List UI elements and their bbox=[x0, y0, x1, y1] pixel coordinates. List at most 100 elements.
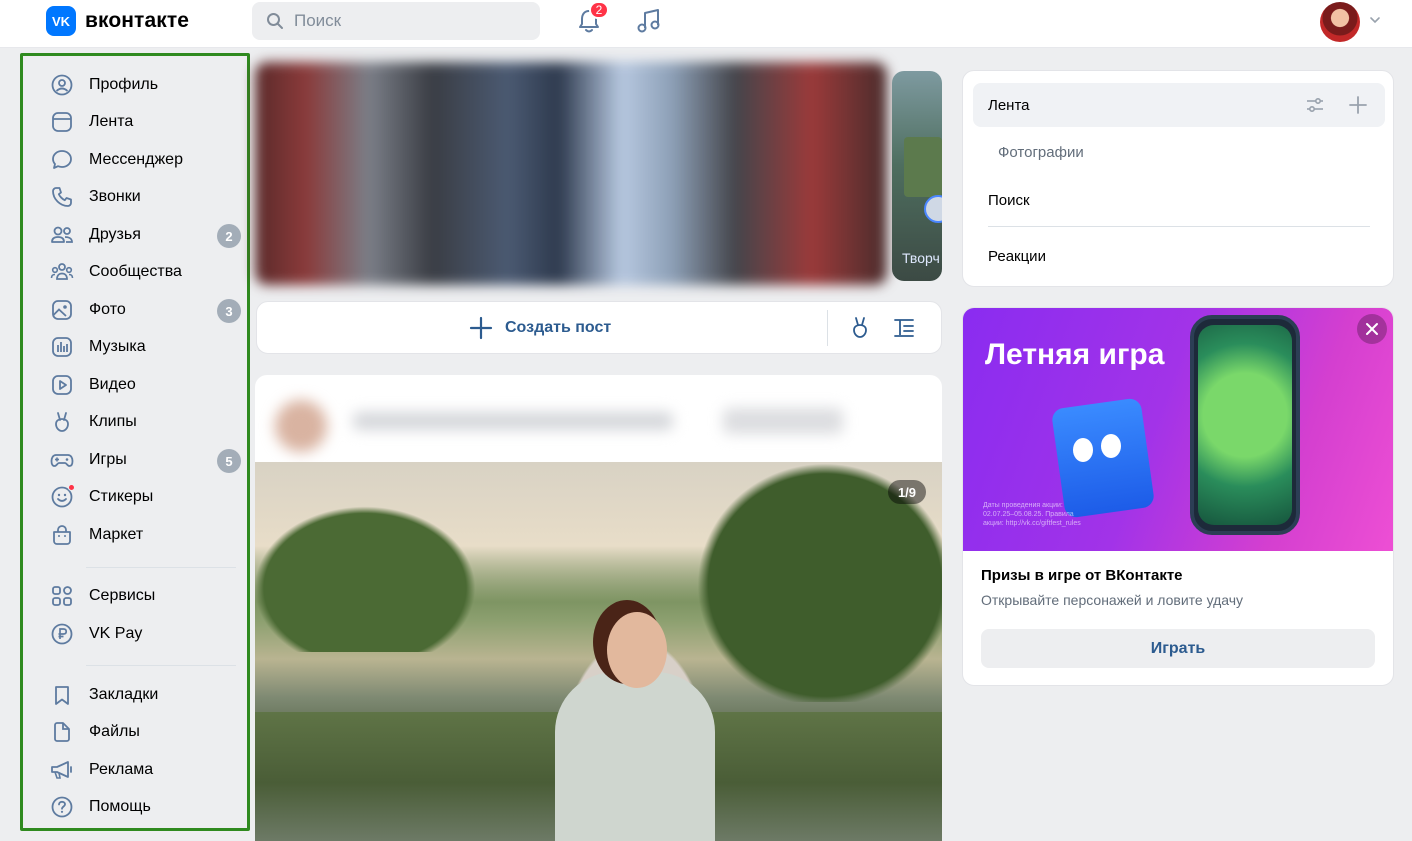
story-card[interactable]: Творч bbox=[892, 71, 942, 281]
filter-divider bbox=[988, 226, 1370, 227]
filter-subitem-photos[interactable]: Фотографии bbox=[998, 144, 1084, 161]
story-avatar bbox=[924, 195, 942, 223]
filter-item-search[interactable]: Поиск bbox=[988, 192, 1030, 209]
sidebar-item-stickers[interactable]: Стикеры bbox=[50, 482, 250, 512]
story-thumbnail bbox=[904, 137, 942, 197]
clips-icon[interactable] bbox=[848, 316, 872, 340]
add-icon[interactable] bbox=[1347, 94, 1369, 116]
filter-item-feed-active[interactable]: Лента bbox=[973, 83, 1385, 127]
sidebar-item-label: Сервисы bbox=[89, 587, 156, 604]
sidebar-divider bbox=[86, 567, 236, 568]
user-avatar[interactable] bbox=[1320, 2, 1360, 42]
chevron-down-icon[interactable] bbox=[1369, 14, 1381, 26]
promo-phone-screen bbox=[1198, 325, 1292, 525]
new-indicator-dot bbox=[68, 484, 75, 491]
sidebar-item-communities[interactable]: Сообщества bbox=[50, 257, 250, 287]
promo-card: Летняя игра Даты проведения акции: 02.07… bbox=[962, 307, 1394, 686]
sidebar-item-vkpay[interactable]: VK Pay bbox=[50, 619, 250, 649]
communities-icon bbox=[50, 260, 74, 284]
promo-description: Открывайте персонажей и ловите удачу bbox=[981, 592, 1244, 608]
market-icon bbox=[50, 523, 74, 547]
photo-person bbox=[555, 672, 715, 841]
close-button[interactable] bbox=[1357, 314, 1387, 344]
sidebar-item-files[interactable]: Файлы bbox=[50, 717, 250, 747]
sidebar-item-label: Сообщества bbox=[89, 263, 182, 280]
promo-character-eye bbox=[1073, 438, 1093, 462]
sidebar-item-messenger[interactable]: Мессенджер bbox=[50, 145, 250, 175]
filter-item-label: Лента bbox=[988, 97, 1030, 114]
sidebar-item-feed[interactable]: Лента bbox=[50, 107, 250, 137]
sidebar-item-clips[interactable]: Клипы bbox=[50, 407, 250, 437]
sidebar-item-friends[interactable]: Друзья 2 bbox=[50, 220, 250, 250]
vk-logo-icon: VK bbox=[46, 6, 76, 36]
vkpay-icon bbox=[50, 622, 74, 646]
create-post-bar: Создать пост bbox=[256, 301, 942, 354]
friends-count-badge: 2 bbox=[217, 224, 241, 248]
sidebar-item-label: Игры bbox=[89, 451, 127, 468]
sidebar-item-label: Видео bbox=[89, 376, 136, 393]
post-author-avatar[interactable] bbox=[275, 400, 327, 452]
games-icon bbox=[50, 448, 74, 472]
photo-icon bbox=[50, 298, 74, 322]
music-icon[interactable] bbox=[635, 6, 663, 36]
promo-banner[interactable]: Летняя игра Даты проведения акции: 02.07… bbox=[963, 308, 1393, 551]
post-header-blurred bbox=[263, 382, 931, 458]
sidebar-item-help[interactable]: Помощь bbox=[50, 792, 250, 822]
promo-phone-illustration bbox=[1190, 315, 1300, 535]
sidebar-item-label: Друзья bbox=[89, 226, 141, 243]
phone-icon bbox=[50, 185, 74, 209]
plus-icon bbox=[469, 316, 493, 340]
create-post-button[interactable]: Создать пост bbox=[469, 316, 611, 340]
services-icon bbox=[50, 584, 74, 608]
search-box[interactable] bbox=[252, 2, 540, 40]
video-icon bbox=[50, 373, 74, 397]
sidebar-item-profile[interactable]: Профиль bbox=[50, 70, 250, 100]
sidebar-item-label: Файлы bbox=[89, 723, 140, 740]
clips-icon bbox=[50, 410, 74, 434]
feed-settings-icon[interactable] bbox=[892, 316, 916, 340]
promo-title: Призы в игре от ВКонтакте bbox=[981, 567, 1183, 584]
promo-banner-title: Летняя игра bbox=[985, 338, 1165, 371]
notifications-badge: 2 bbox=[589, 1, 609, 19]
friends-icon bbox=[50, 223, 74, 247]
filter-item-reactions[interactable]: Реакции bbox=[988, 248, 1046, 265]
play-button[interactable]: Играть bbox=[981, 629, 1375, 668]
search-input[interactable] bbox=[294, 11, 514, 31]
sidebar-item-calls[interactable]: Звонки bbox=[50, 182, 250, 212]
photo-tree bbox=[255, 492, 495, 652]
messenger-icon bbox=[50, 148, 74, 172]
sidebar-item-bookmarks[interactable]: Закладки bbox=[50, 680, 250, 710]
stories-carousel[interactable] bbox=[255, 62, 887, 285]
sidebar-item-video[interactable]: Видео bbox=[50, 370, 250, 400]
sidebar-item-label: Клипы bbox=[89, 413, 137, 430]
sidebar-item-music[interactable]: Музыка bbox=[50, 332, 250, 362]
post-subscribe-button[interactable] bbox=[723, 408, 843, 434]
promo-legal-text: Даты проведения акции: 02.07.25–05.08.25… bbox=[983, 502, 1081, 527]
sidebar-item-services[interactable]: Сервисы bbox=[50, 581, 250, 611]
sidebar-item-label: Мессенджер bbox=[89, 151, 183, 168]
feed-filter-card: Лента Фотографии Поиск Реакции bbox=[962, 70, 1394, 287]
sidebar-item-label: Маркет bbox=[89, 526, 144, 543]
music-icon bbox=[50, 335, 74, 359]
post-photo[interactable] bbox=[255, 462, 942, 841]
sidebar-item-label: Помощь bbox=[89, 798, 151, 815]
sidebar-item-market[interactable]: Маркет bbox=[50, 520, 250, 550]
settings-sliders-icon[interactable] bbox=[1304, 94, 1326, 116]
sidebar-item-ads[interactable]: Реклама bbox=[50, 755, 250, 785]
close-icon bbox=[1366, 323, 1378, 335]
sidebar-item-label: Музыка bbox=[89, 338, 146, 355]
bookmarks-icon bbox=[50, 683, 74, 707]
stickers-icon bbox=[50, 484, 75, 509]
create-post-label: Создать пост bbox=[505, 319, 612, 336]
post-author-name[interactable] bbox=[353, 412, 673, 430]
help-icon bbox=[50, 795, 74, 819]
sidebar-item-games[interactable]: Игры 5 bbox=[50, 445, 250, 475]
profile-icon bbox=[50, 73, 74, 97]
sidebar-item-label: Закладки bbox=[89, 686, 159, 703]
vk-logo[interactable]: VK вконтакте bbox=[46, 6, 189, 36]
vk-logo-text: вконтакте bbox=[85, 9, 189, 32]
left-sidebar: Профиль Лента Мессенджер Звонки Друзья 2… bbox=[20, 53, 250, 831]
sidebar-item-photo[interactable]: Фото 3 bbox=[50, 295, 250, 325]
toolbar-separator bbox=[827, 310, 828, 346]
top-header: VK вконтакте 2 bbox=[0, 0, 1412, 48]
